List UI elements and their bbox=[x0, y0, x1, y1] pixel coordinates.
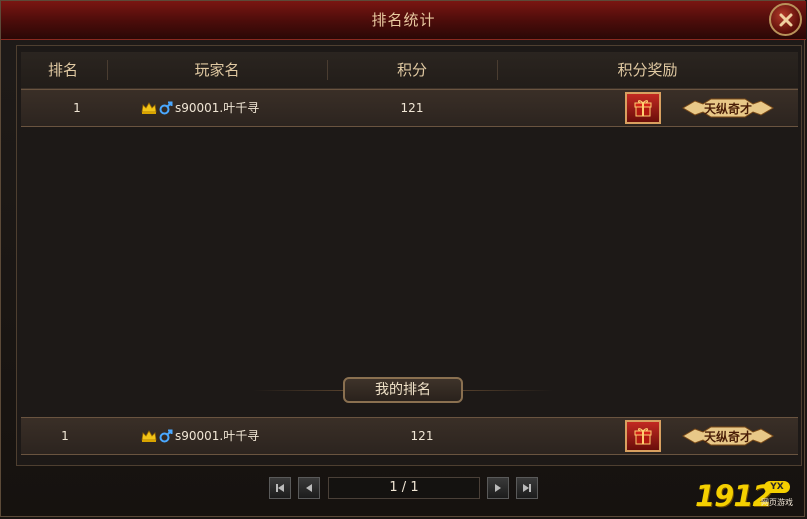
header-score: 积分 bbox=[396, 61, 427, 79]
last-page-icon bbox=[523, 484, 531, 492]
rank-cell: 1 bbox=[73, 101, 81, 115]
crown-icon bbox=[141, 102, 157, 114]
logo-yx-badge: YX bbox=[764, 481, 790, 493]
close-button[interactable] bbox=[769, 3, 802, 36]
prev-page-button[interactable] bbox=[298, 477, 320, 499]
title-bar: 排名统计 bbox=[1, 1, 806, 40]
logo-subtitle: 网页游戏 bbox=[761, 498, 793, 507]
first-page-icon bbox=[276, 484, 284, 492]
header-reward: 积分奖励 bbox=[617, 61, 678, 79]
my-rank-row[interactable]: 1 s90001.叶千寻 121 天纵奇才 bbox=[21, 417, 798, 455]
next-page-icon bbox=[495, 484, 501, 492]
header-player: 玩家名 bbox=[194, 61, 240, 79]
rank-cell: 1 bbox=[61, 429, 69, 443]
ranking-panel: 排名 玩家名 积分 积分奖励 1 s90001.叶千寻 121 天纵奇才 我的排… bbox=[16, 45, 802, 466]
last-page-button[interactable] bbox=[516, 477, 538, 499]
player-name: s90001.叶千寻 bbox=[175, 429, 260, 443]
page-indicator: 1 / 1 bbox=[328, 477, 480, 499]
score-cell: 121 bbox=[400, 101, 424, 115]
crown-icon bbox=[141, 430, 157, 442]
gift-box-icon[interactable] bbox=[625, 92, 661, 124]
male-gender-icon bbox=[159, 101, 173, 115]
table-row[interactable]: 1 s90001.叶千寻 121 天纵奇才 bbox=[21, 89, 798, 127]
ranking-window: 排名统计 排名 玩家名 积分 积分奖励 1 s90001.叶千寻 121 天纵奇… bbox=[0, 0, 806, 517]
table-header: 排名 玩家名 积分 积分奖励 bbox=[21, 52, 798, 89]
male-gender-icon bbox=[159, 429, 173, 443]
player-name: s90001.叶千寻 bbox=[175, 101, 260, 115]
header-rank: 排名 bbox=[47, 61, 78, 79]
first-page-button[interactable] bbox=[269, 477, 291, 499]
reward-title-badge: 天纵奇才 bbox=[681, 425, 775, 447]
gift-box-icon[interactable] bbox=[625, 420, 661, 452]
pagination: 1 / 1 bbox=[1, 477, 806, 499]
next-page-button[interactable] bbox=[487, 477, 509, 499]
reward-title-badge: 天纵奇才 bbox=[681, 97, 775, 119]
window-title: 排名统计 bbox=[371, 11, 436, 29]
my-rank-label: 我的排名 bbox=[343, 377, 463, 403]
player-cell: s90001.叶千寻 bbox=[141, 90, 341, 126]
close-icon bbox=[779, 13, 792, 26]
prev-page-icon bbox=[306, 484, 312, 492]
site-logo: 1912 YX 网页游戏 bbox=[695, 479, 805, 515]
player-cell: s90001.叶千寻 bbox=[141, 418, 341, 454]
score-cell: 121 bbox=[410, 429, 434, 443]
